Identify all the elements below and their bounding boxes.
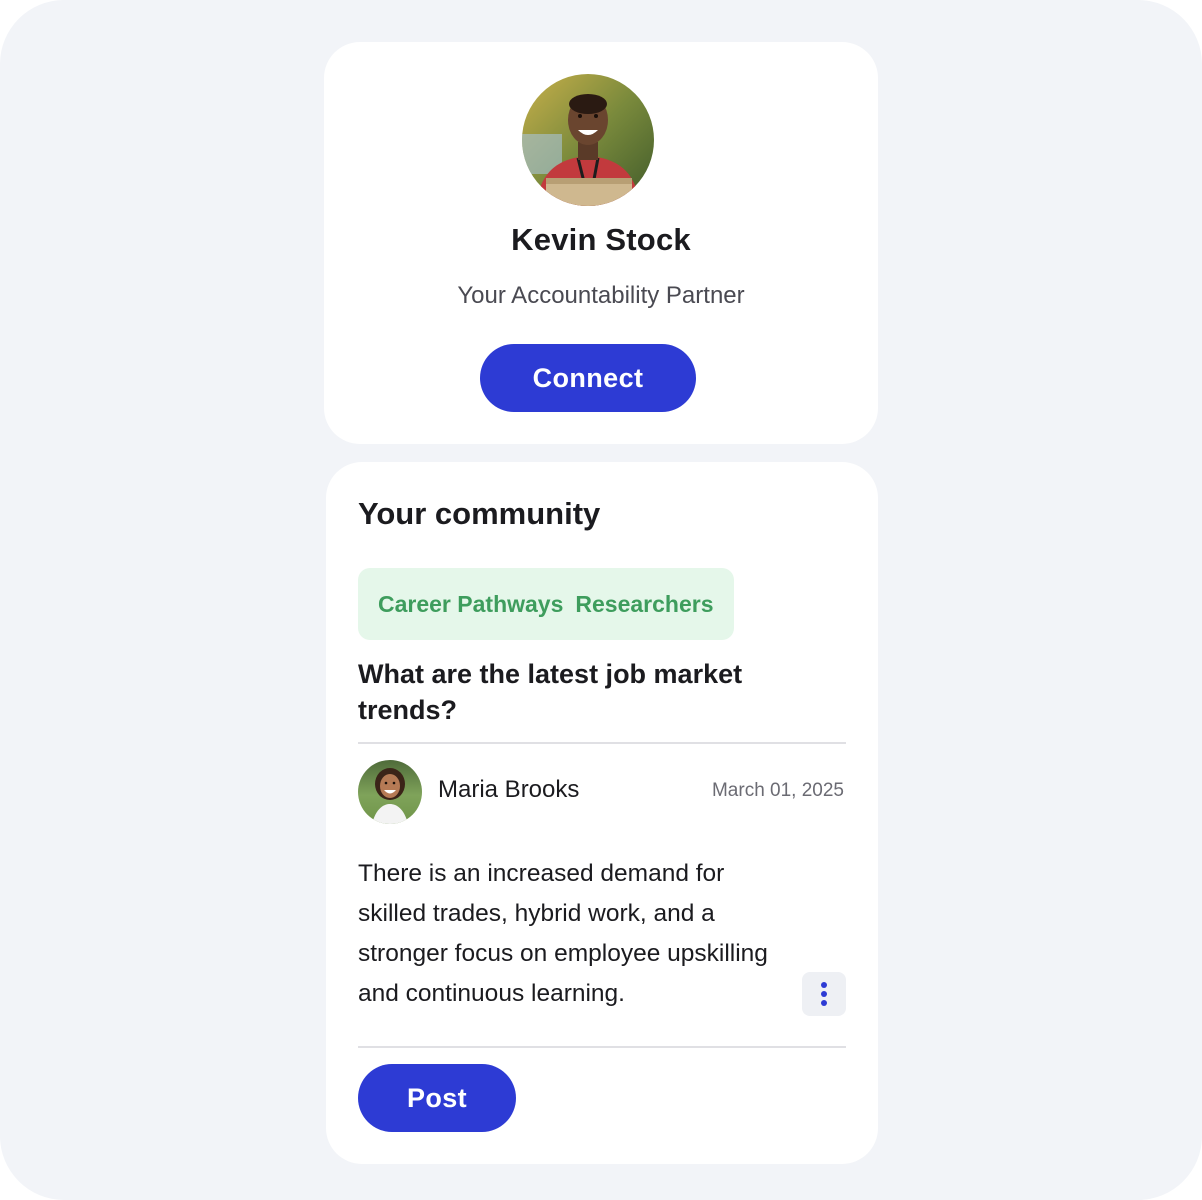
profile-avatar <box>522 74 654 206</box>
question-title: What are the latest job market trends? <box>358 659 743 725</box>
community-card: Your community Career Pathways Researche… <box>326 462 878 1164</box>
more-options-button[interactable] <box>802 972 846 1016</box>
post-button[interactable]: Post <box>358 1064 516 1132</box>
author-avatar <box>358 760 422 824</box>
app-background: Kevin Stock Your Accountability Partner … <box>0 0 1202 1200</box>
divider <box>358 742 846 744</box>
community-title: Your community <box>358 496 601 531</box>
tag-career-pathways[interactable]: Career Pathways <box>378 591 563 618</box>
tag-group: Career Pathways Researchers <box>358 568 734 640</box>
connect-button[interactable]: Connect <box>480 344 696 412</box>
profile-role: Your Accountability Partner <box>457 282 745 309</box>
profile-card: Kevin Stock Your Accountability Partner … <box>324 42 878 444</box>
divider <box>358 1046 846 1048</box>
profile-name: Kevin Stock <box>511 222 691 257</box>
author-name[interactable]: Maria Brooks <box>438 776 579 804</box>
author-photo <box>358 760 422 824</box>
tag-researchers[interactable]: Researchers <box>575 591 713 618</box>
answer-text: There is an increased demand for skilled… <box>358 860 768 1007</box>
post-date: March 01, 2025 <box>711 780 844 801</box>
more-vertical-icon <box>821 982 827 1006</box>
profile-photo <box>522 74 654 206</box>
